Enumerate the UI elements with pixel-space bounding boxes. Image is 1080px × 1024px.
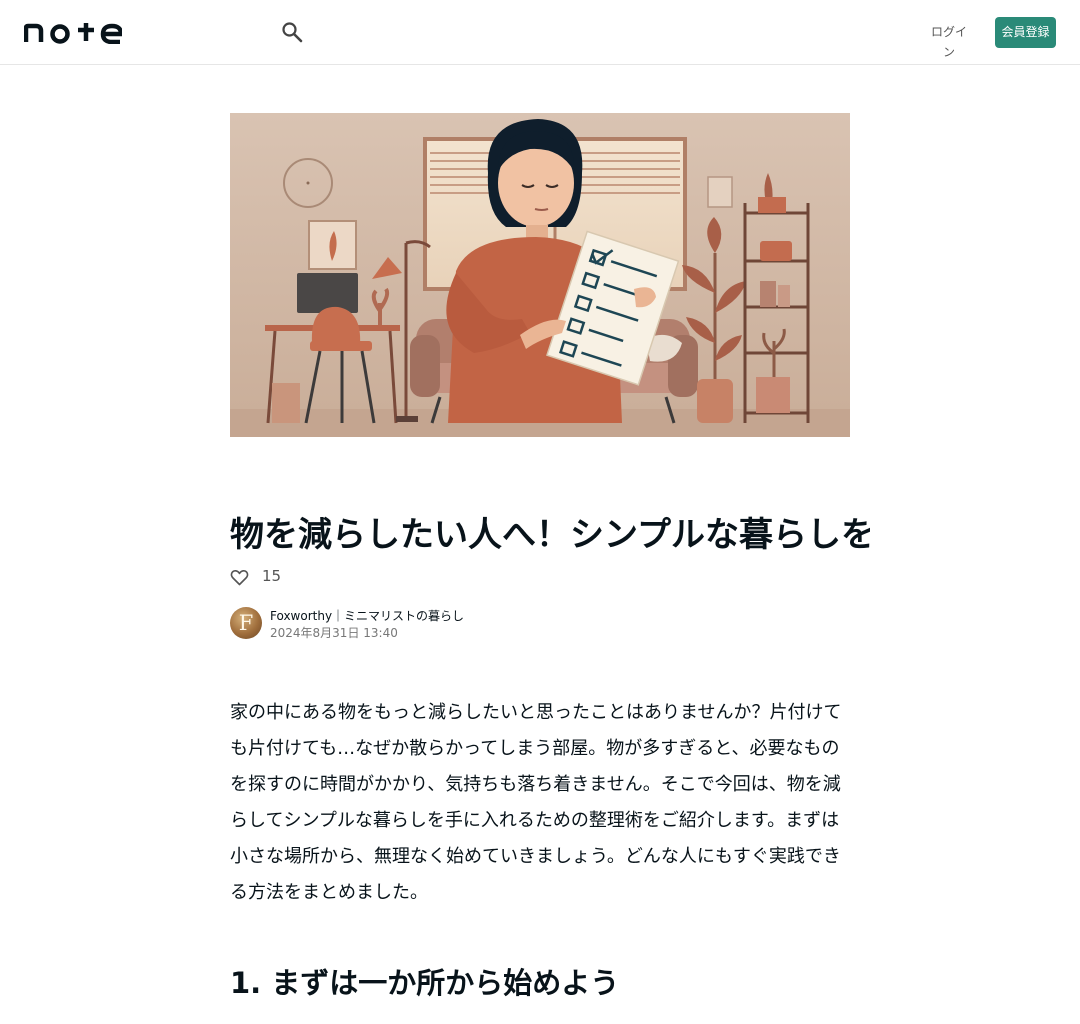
hero-image [230,113,850,437]
author-avatar[interactable]: F [230,607,262,639]
section-heading: 1. まずは一か所から始めよう [230,966,620,1000]
article-title: 物を減らしたい人へ！シンプルな暮らしを手に入れるための整理術 [230,515,870,555]
article-paragraph: 家の中にある物をもっと減らしたいと思ったことはありませんか？片付けても片付けても… [230,702,842,903]
like-count: 15 [262,567,282,585]
avatar-letter: F [238,611,254,635]
login-link[interactable]: ログイン [926,22,972,59]
heart-icon[interactable] [230,568,249,587]
author-name[interactable]: Foxworthy｜ミニマリストの暮らし [270,607,464,625]
search-icon[interactable] [281,21,303,43]
note-logo[interactable] [24,20,122,44]
site-header: ログイン 会員登録 [0,0,1080,65]
post-date: 2024年8月31日 13:40 [270,626,398,640]
signup-button[interactable]: 会員登録 [995,17,1056,48]
